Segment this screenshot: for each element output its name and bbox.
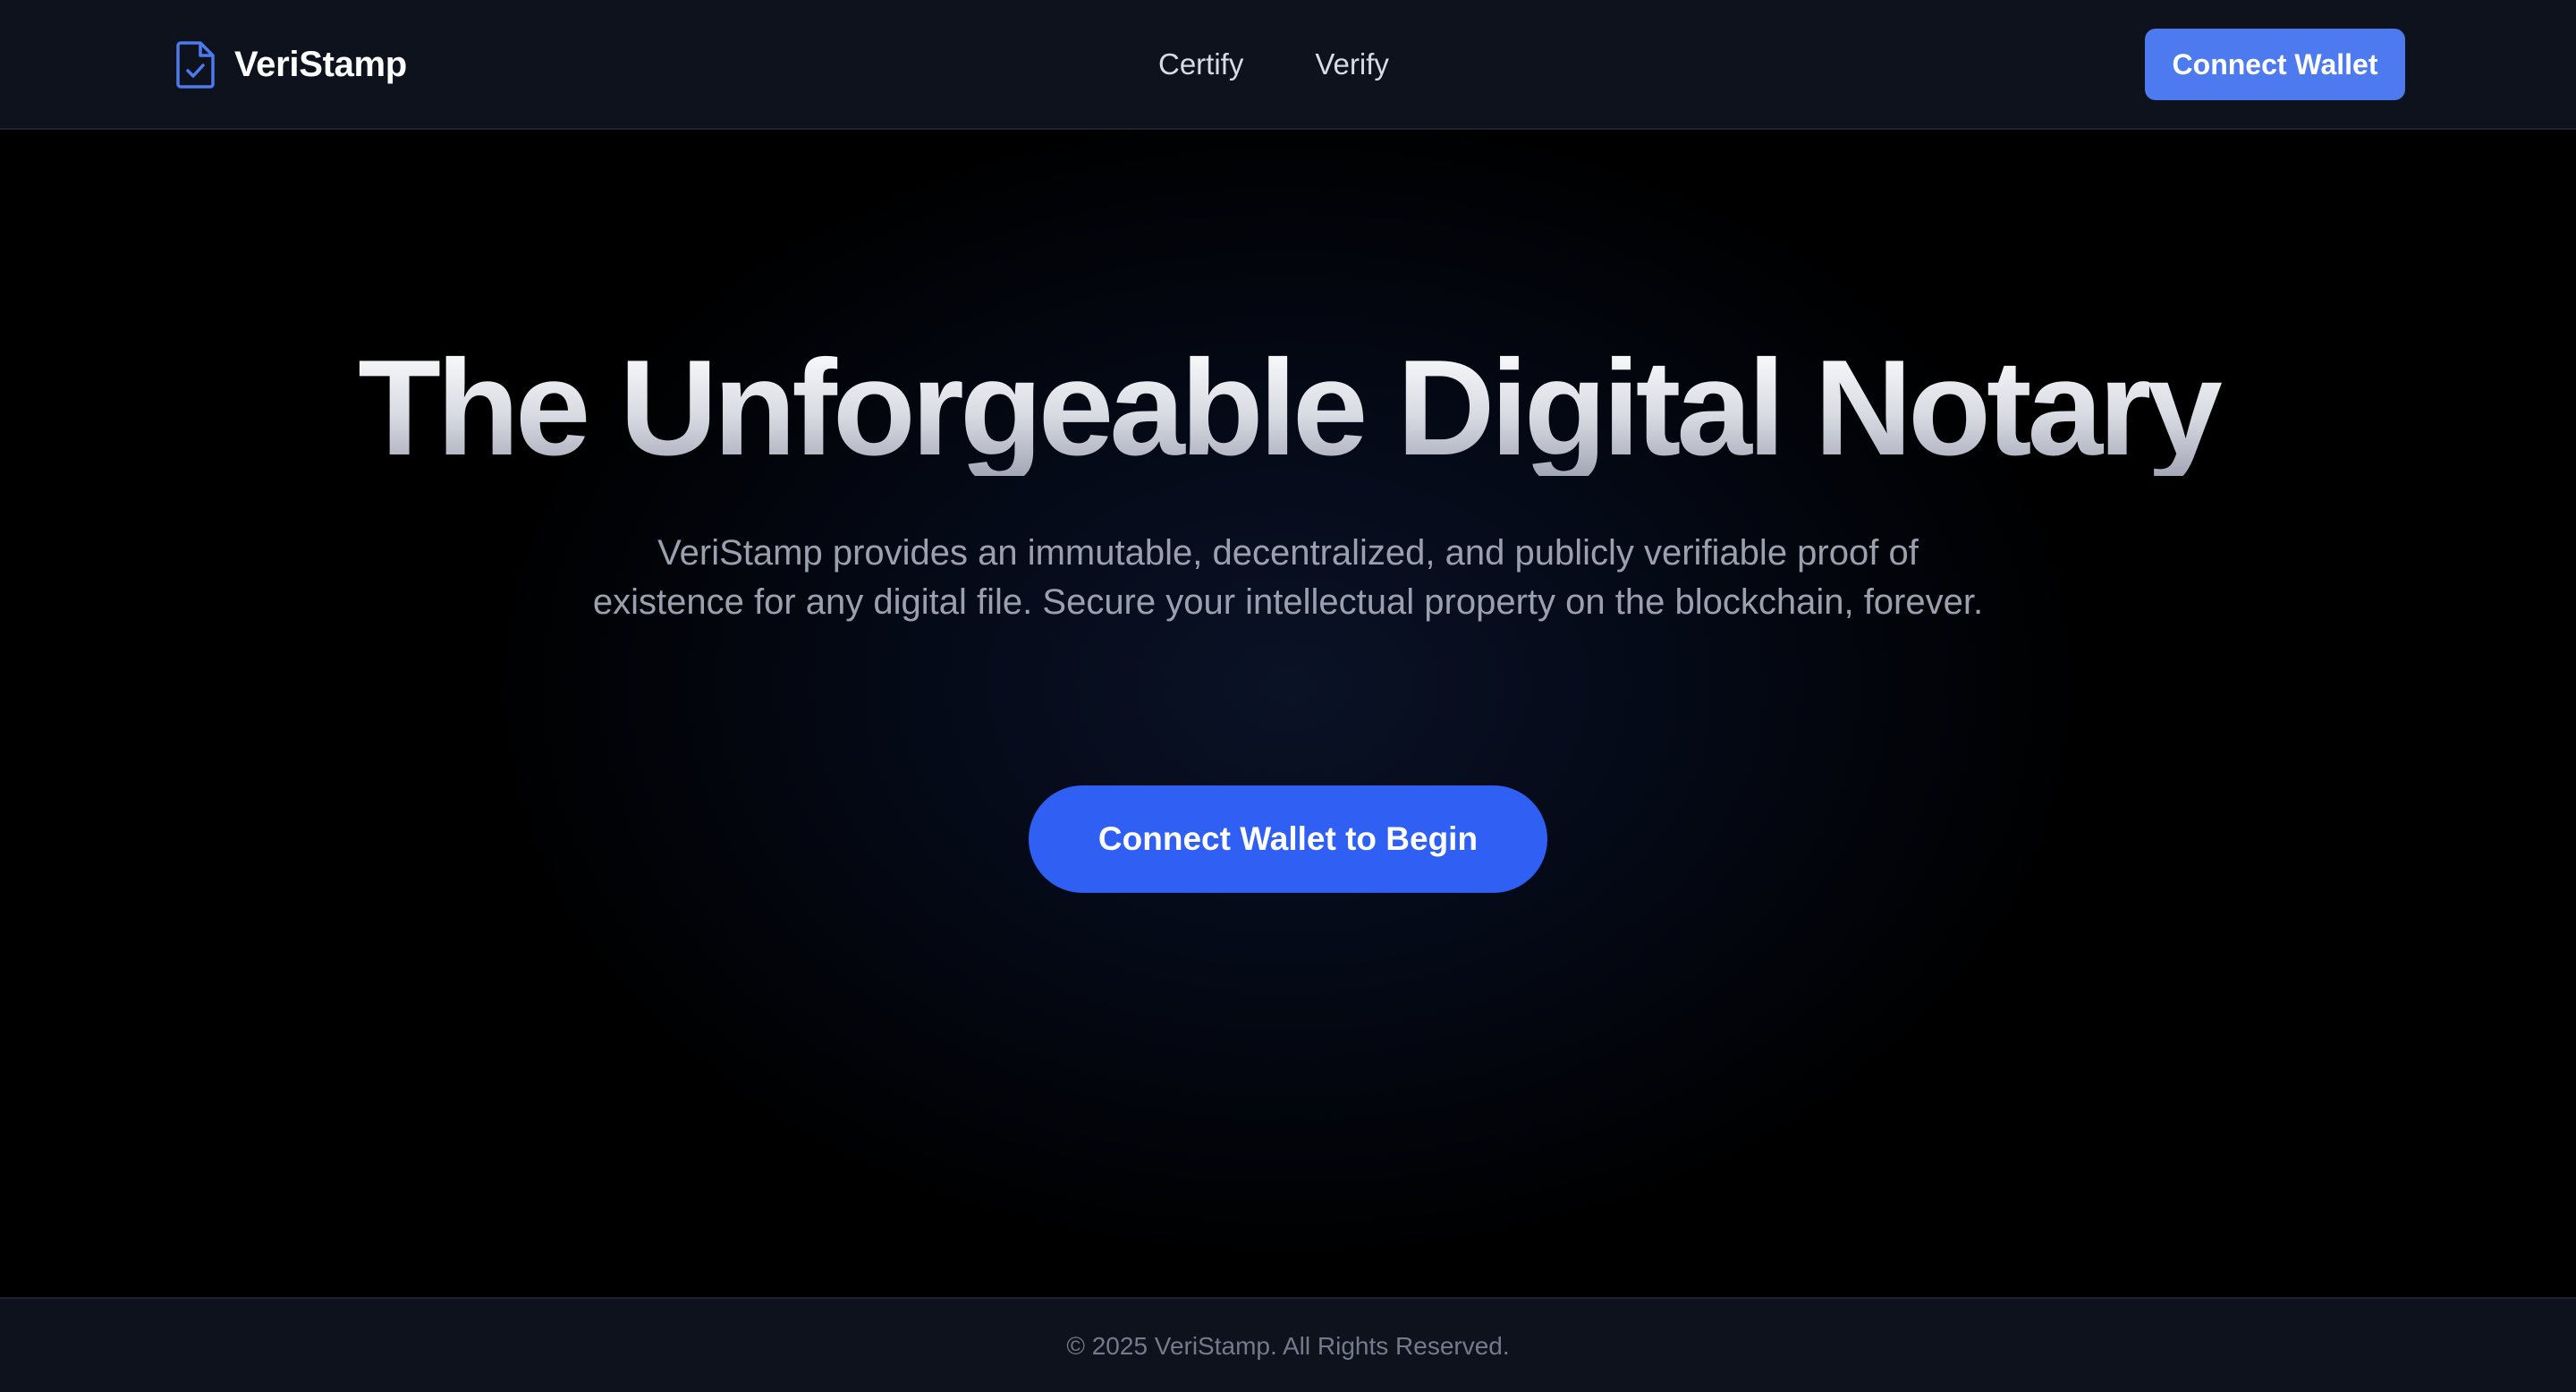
footer-copyright: © 2025 VeriStamp. All Rights Reserved.: [1066, 1332, 1510, 1360]
hero-title: The Unforgeable Digital Notary: [0, 340, 2576, 476]
connect-wallet-to-begin-button[interactable]: Connect Wallet to Begin: [1029, 785, 1547, 893]
footer: © 2025 VeriStamp. All Rights Reserved.: [0, 1297, 2576, 1392]
connect-wallet-button[interactable]: Connect Wallet: [2145, 29, 2405, 100]
hero-subtitle: VeriStamp provides an immutable, decentr…: [592, 533, 1984, 622]
brand-name: VeriStamp: [234, 44, 407, 84]
brand-logo[interactable]: VeriStamp: [175, 39, 407, 89]
file-check-icon: [175, 40, 216, 89]
nav-link-certify[interactable]: Certify: [1158, 47, 1243, 81]
hero-section: The Unforgeable Digital Notary VeriStamp…: [0, 132, 2576, 1297]
main-nav: Certify Verify: [1158, 43, 1389, 86]
top-navbar: VeriStamp Certify Verify Connect Wallet: [0, 0, 2576, 130]
page: VeriStamp Certify Verify Connect Wallet …: [0, 0, 2576, 1392]
nav-link-verify[interactable]: Verify: [1315, 47, 1389, 81]
